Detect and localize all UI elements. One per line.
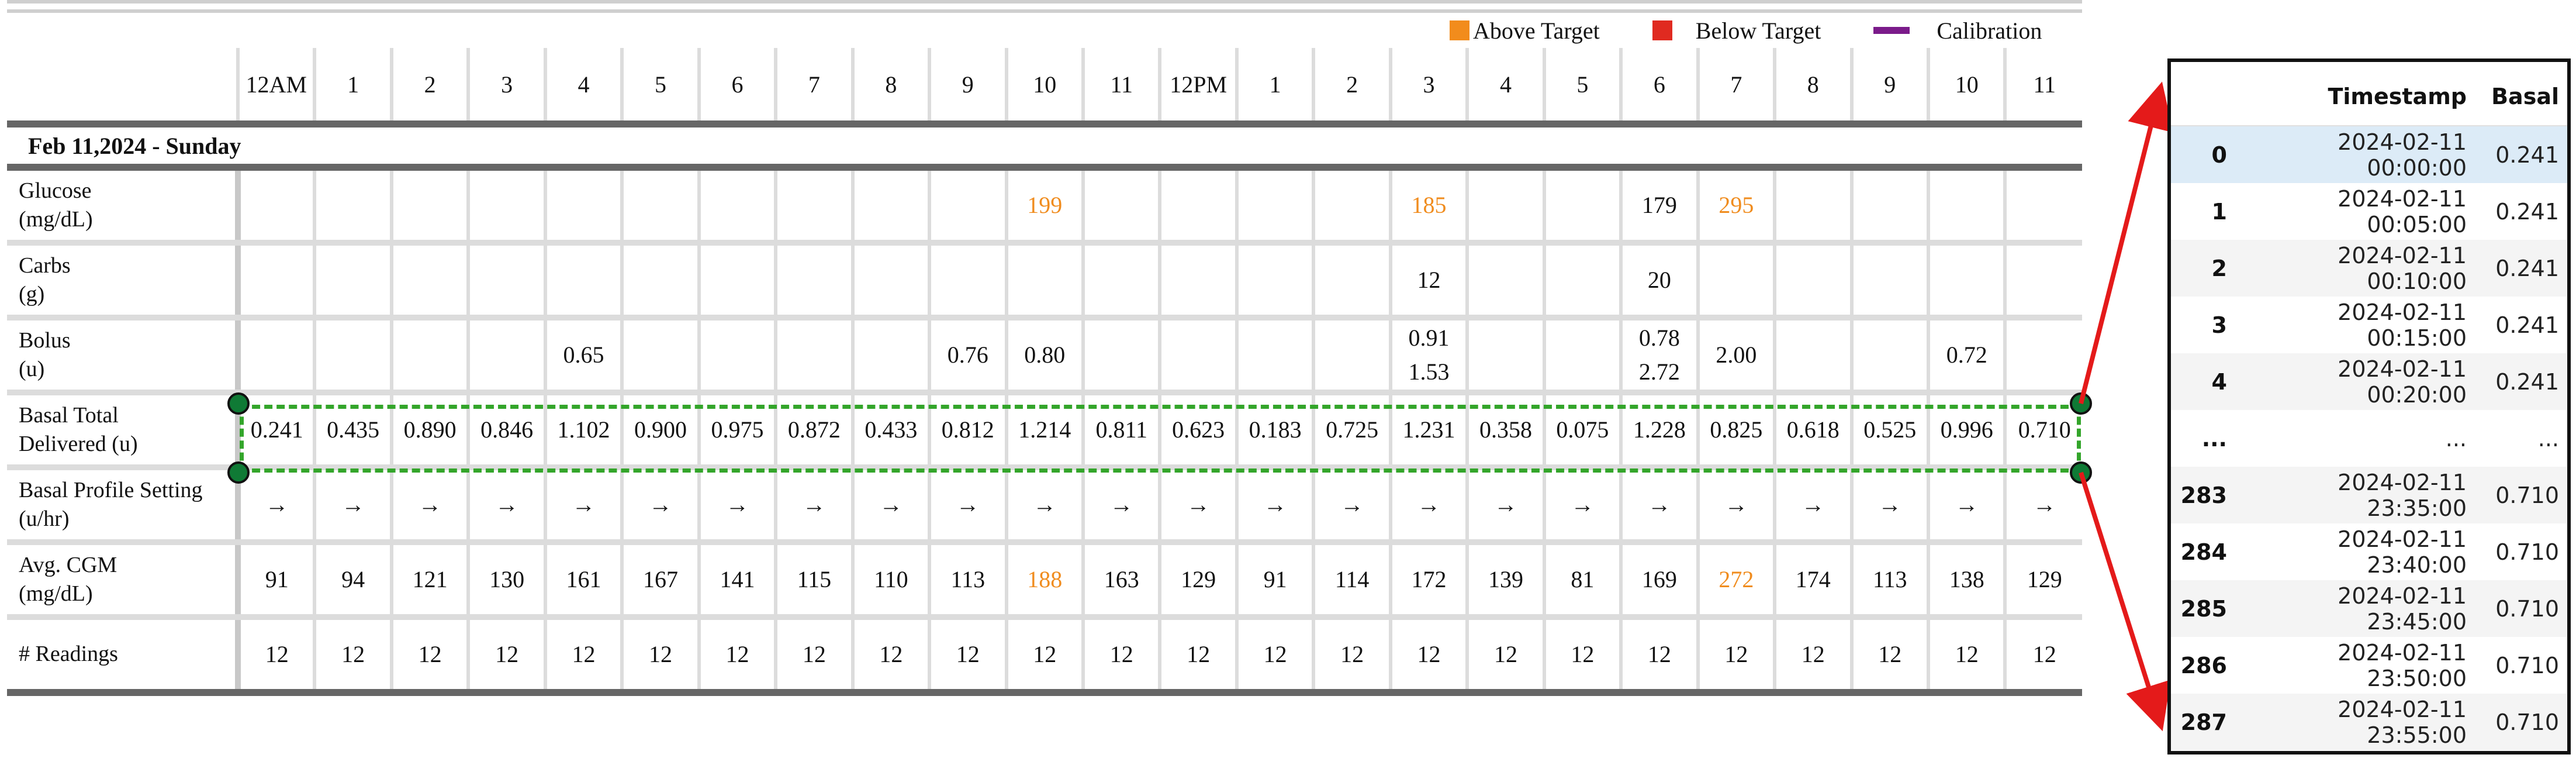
dataframe-row[interactable]: 4 2024-02-11 00:20:00 0.241 [2171, 353, 2567, 410]
dataframe-row[interactable]: 2 2024-02-11 00:10:00 0.241 [2171, 240, 2567, 297]
row-index: 4 [2171, 353, 2235, 410]
row-index: 2 [2171, 240, 2235, 297]
arrow-down-icon [2079, 471, 2171, 732]
timestamp-cell: 2024-02-11 23:50:00 [2235, 637, 2475, 694]
basal-cell: ... [2475, 410, 2567, 467]
row-index: 287 [2171, 694, 2235, 750]
timestamp-header: Timestamp [2328, 84, 2467, 109]
dataframe-row[interactable]: 284 2024-02-11 23:40:00 0.710 [2171, 523, 2567, 580]
row-index: 3 [2171, 297, 2235, 353]
timestamp-cell: 2024-02-11 23:35:00 [2235, 467, 2475, 523]
timestamp-cell: 2024-02-11 00:15:00 [2235, 297, 2475, 353]
timestamp-cell: 2024-02-11 23:45:00 [2235, 580, 2475, 637]
arrow-up-icon [2079, 81, 2174, 404]
row-index: 1 [2171, 183, 2235, 240]
dataframe-row[interactable]: 285 2024-02-11 23:45:00 0.710 [2171, 580, 2567, 637]
timestamp-cell: 2024-02-11 00:00:00 [2235, 126, 2475, 183]
basal-cell: 0.241 [2475, 183, 2567, 240]
index-header [2171, 68, 2235, 126]
basal-cell: 0.710 [2475, 637, 2567, 694]
dataframe-row[interactable]: 3 2024-02-11 00:15:00 0.241 [2171, 297, 2567, 353]
dataframe-panel: Timestamp Basal 0 2024-02-11 00:00:00 0.24… [2167, 58, 2571, 754]
basal-cell: 0.710 [2475, 467, 2567, 523]
dataframe-row[interactable]: 0 2024-02-11 00:00:00 0.241 [2171, 126, 2567, 183]
dataframe-row[interactable]: 1 2024-02-11 00:05:00 0.241 [2171, 183, 2567, 240]
timestamp-cell: 2024-02-11 23:55:00 [2235, 694, 2475, 750]
row-index: 283 [2171, 467, 2235, 523]
dataframe-row[interactable]: 283 2024-02-11 23:35:00 0.710 [2171, 467, 2567, 523]
basal-cell: 0.241 [2475, 297, 2567, 353]
dataframe-row[interactable]: 286 2024-02-11 23:50:00 0.710 [2171, 637, 2567, 694]
basal-cell: 0.710 [2475, 580, 2567, 637]
basal-cell: 0.241 [2475, 353, 2567, 410]
timestamp-cell: 2024-02-11 00:10:00 [2235, 240, 2475, 297]
dataframe-table: Timestamp Basal 0 2024-02-11 00:00:00 0.24… [2171, 68, 2567, 750]
row-index: 286 [2171, 637, 2235, 694]
timestamp-cell: ... [2235, 410, 2475, 467]
basal-cell: 0.241 [2475, 126, 2567, 183]
basal-cell: 0.710 [2475, 694, 2567, 750]
dataframe-row[interactable]: ......... [2171, 410, 2567, 467]
row-index: 0 [2171, 126, 2235, 183]
dataframe-header-row: Timestamp Basal [2171, 68, 2567, 126]
basal-cell: 0.710 [2475, 523, 2567, 580]
row-index: 284 [2171, 523, 2235, 580]
basal-cell: 0.241 [2475, 240, 2567, 297]
row-index: 285 [2171, 580, 2235, 637]
basal-header: Basal [2491, 84, 2559, 109]
timestamp-cell: 2024-02-11 23:40:00 [2235, 523, 2475, 580]
dataframe-row[interactable]: 287 2024-02-11 23:55:00 0.710 [2171, 694, 2567, 750]
timestamp-cell: 2024-02-11 00:05:00 [2235, 183, 2475, 240]
row-index: ... [2171, 410, 2235, 467]
timestamp-cell: 2024-02-11 00:20:00 [2235, 353, 2475, 410]
